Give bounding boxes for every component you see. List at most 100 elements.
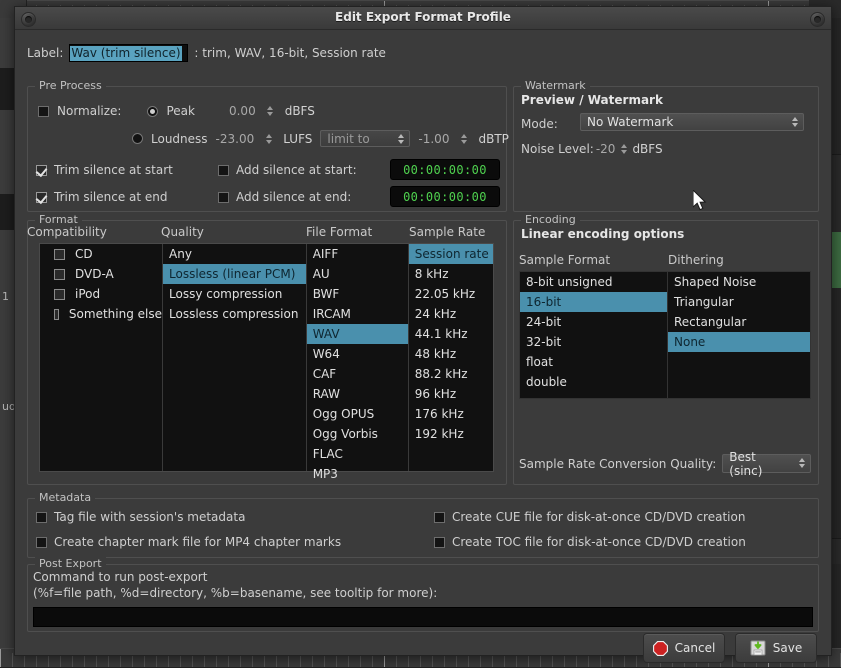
encoding-frame-title: Encoding — [521, 213, 580, 226]
file-format-item-3[interactable]: IRCAM — [307, 304, 408, 324]
sample-rate-item-6[interactable]: 88.2 kHz — [409, 364, 493, 384]
file-format-item-5[interactable]: W64 — [307, 344, 408, 364]
compatibility-item-checkbox-3[interactable] — [54, 309, 59, 320]
file-format-item-4[interactable]: WAV — [307, 324, 408, 344]
add-silence-end-row[interactable]: Add silence at end: — [218, 190, 351, 204]
post-export-command-input[interactable] — [33, 607, 813, 627]
watermark-mode-combo[interactable]: No Watermark — [580, 113, 804, 131]
sample-rate-item-1[interactable]: 8 kHz — [409, 264, 493, 284]
quality-item-0[interactable]: Any — [163, 244, 306, 264]
loudness-unit: LUFS — [283, 132, 312, 146]
noise-level-spinner[interactable] — [619, 141, 628, 157]
file-format-item-6[interactable]: CAF — [307, 364, 408, 384]
file-format-item-11[interactable]: MP3 — [307, 464, 408, 484]
add-silence-start-checkbox[interactable] — [218, 165, 229, 176]
quality-item-1[interactable]: Lossless (linear PCM) — [163, 264, 306, 284]
watermark-heading: Preview / Watermark — [521, 93, 663, 107]
column-header-dithering: Dithering — [668, 253, 724, 267]
metadata-checkbox-3[interactable] — [434, 537, 445, 548]
post-export-frame: Post Export Command to run post-export (… — [27, 564, 819, 632]
metadata-item-toc-file[interactable]: Create TOC file for disk-at-once CD/DVD … — [434, 535, 746, 549]
peak-value[interactable]: 0.00 — [229, 104, 256, 118]
sample-rate-item-9[interactable]: 192 kHz — [409, 424, 493, 444]
add-silence-start-row[interactable]: Add silence at start: — [218, 163, 357, 177]
cancel-button[interactable]: Cancel — [643, 633, 725, 663]
dithering-item-0[interactable]: Shaped Noise — [668, 272, 810, 292]
trim-silence-start-row[interactable]: Trim silence at start — [36, 163, 173, 177]
compatibility-item-checkbox-1[interactable] — [54, 269, 65, 280]
file-format-item-7[interactable]: RAW — [307, 384, 408, 404]
sample-rate-item-3[interactable]: 24 kHz — [409, 304, 493, 324]
compatibility-item-checkbox-0[interactable] — [54, 249, 65, 260]
metadata-item-tag-file[interactable]: Tag file with session's metadata — [36, 510, 245, 524]
dialog-titlebar[interactable]: Edit Export Format Profile — [15, 7, 831, 30]
metadata-item-chapter-marks[interactable]: Create chapter mark file for MP4 chapter… — [36, 535, 341, 549]
sample-format-item-1[interactable]: 16-bit — [520, 292, 667, 312]
metadata-label-1: Create chapter mark file for MP4 chapter… — [54, 535, 341, 549]
label-input[interactable]: Wav (trim silence) — [69, 44, 188, 62]
metadata-label-2: Create CUE file for disk-at-once CD/DVD … — [452, 510, 745, 524]
trim-silence-end-checkbox[interactable] — [36, 192, 47, 203]
add-silence-end-checkbox[interactable] — [218, 192, 229, 203]
compatibility-item-1[interactable]: DVD-A — [40, 264, 162, 284]
sample-format-item-3[interactable]: 32-bit — [520, 332, 667, 352]
sample-rate-item-2[interactable]: 22.05 kHz — [409, 284, 493, 304]
sample-rate-item-7[interactable]: 96 kHz — [409, 384, 493, 404]
file-format-item-9[interactable]: Ogg Vorbis — [307, 424, 408, 444]
limit-to-combo[interactable]: limit to — [320, 130, 410, 147]
post-export-help-line2: (%f=file path, %d=directory, %b=basename… — [33, 586, 437, 600]
compatibility-item-checkbox-2[interactable] — [54, 289, 65, 300]
dithering-item-2[interactable]: Rectangular — [668, 312, 810, 332]
trim-silence-start-checkbox[interactable] — [36, 165, 47, 176]
compatibility-item-0[interactable]: CD — [40, 244, 162, 264]
normalize-checkbox[interactable] — [38, 106, 49, 117]
add-silence-start-timecode[interactable]: 00:00:00:00 — [390, 159, 500, 180]
file-format-item-8[interactable]: Ogg OPUS — [307, 404, 408, 424]
file-format-item-10[interactable]: FLAC — [307, 444, 408, 464]
sample-rate-item-5[interactable]: 48 kHz — [409, 344, 493, 364]
quality-list[interactable]: AnyLossless (linear PCM)Lossy compressio… — [163, 244, 307, 471]
chevron-updown-icon — [792, 117, 798, 127]
peak-radio[interactable] — [147, 106, 158, 117]
label-caption: Label: — [27, 46, 63, 60]
trim-silence-end-row[interactable]: Trim silence at end — [36, 190, 168, 204]
sample-format-item-0[interactable]: 8-bit unsigned — [520, 272, 667, 292]
metadata-item-cue-file[interactable]: Create CUE file for disk-at-once CD/DVD … — [434, 510, 745, 524]
sample-rate-item-8[interactable]: 176 kHz — [409, 404, 493, 424]
sample-format-list[interactable]: 8-bit unsigned16-bit24-bit32-bitfloatdou… — [519, 271, 668, 399]
compatibility-list[interactable]: CDDVD-AiPodSomething else — [40, 244, 163, 471]
file-format-list[interactable]: AIFFAUBWFIRCAMWAVW64CAFRAWOgg OPUSOgg Vo… — [307, 244, 409, 471]
loudness-spinner[interactable] — [264, 131, 273, 147]
sample-format-item-2[interactable]: 24-bit — [520, 312, 667, 332]
metadata-label-0: Tag file with session's metadata — [54, 510, 245, 524]
limit-value[interactable]: -1.00 — [418, 132, 449, 146]
noise-level-value[interactable]: -20 — [596, 142, 616, 156]
limit-spinner[interactable] — [459, 131, 468, 147]
metadata-checkbox-1[interactable] — [36, 537, 47, 548]
dithering-item-1[interactable]: Triangular — [668, 292, 810, 312]
dithering-list[interactable]: Shaped NoiseTriangularRectangularNone — [668, 271, 811, 399]
peak-spinner[interactable] — [266, 103, 275, 119]
loudness-value[interactable]: -23.00 — [216, 132, 255, 146]
metadata-checkbox-0[interactable] — [36, 512, 47, 523]
sample-rate-list[interactable]: Session rate8 kHz22.05 kHz24 kHz44.1 kHz… — [409, 244, 493, 471]
metadata-checkbox-2[interactable] — [434, 512, 445, 523]
file-format-item-0[interactable]: AIFF — [307, 244, 408, 264]
sample-rate-item-4[interactable]: 44.1 kHz — [409, 324, 493, 344]
add-silence-end-timecode[interactable]: 00:00:00:00 — [390, 186, 500, 207]
loudness-radio[interactable] — [132, 133, 143, 144]
compatibility-item-2[interactable]: iPod — [40, 284, 162, 304]
file-format-item-1[interactable]: AU — [307, 264, 408, 284]
save-button[interactable]: Save — [735, 633, 817, 663]
dithering-item-3[interactable]: None — [668, 332, 810, 352]
quality-item-3[interactable]: Lossless compression — [163, 304, 306, 324]
quality-item-2[interactable]: Lossy compression — [163, 284, 306, 304]
compatibility-item-label-0: CD — [75, 244, 93, 264]
compatibility-item-label-3: Something else — [69, 304, 162, 324]
sample-rate-item-0[interactable]: Session rate — [409, 244, 493, 264]
sample-format-item-5[interactable]: double — [520, 372, 667, 392]
compatibility-item-3[interactable]: Something else — [40, 304, 162, 324]
file-format-item-2[interactable]: BWF — [307, 284, 408, 304]
sample-format-item-4[interactable]: float — [520, 352, 667, 372]
src-quality-combo[interactable]: Best (sinc) — [722, 454, 811, 473]
